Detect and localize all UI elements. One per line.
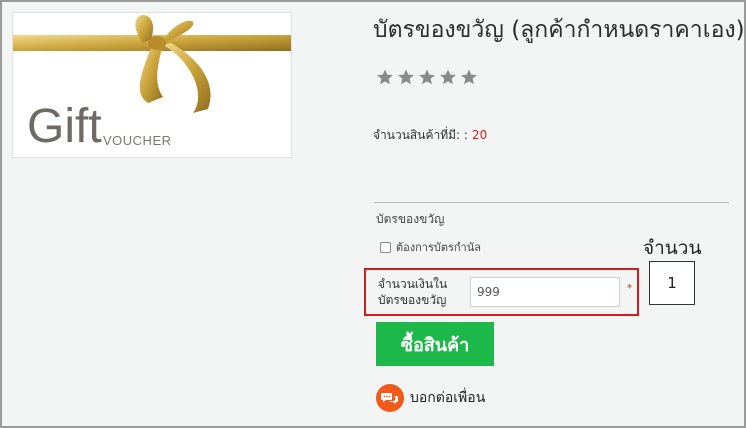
share-with-friend-link[interactable]: บอกต่อเพื่อน — [376, 384, 485, 412]
share-label: บอกต่อเพื่อน — [410, 390, 486, 406]
rating-stars — [376, 68, 478, 86]
amount-label: จำนวนเงินในบัตรของขวัญ — [378, 277, 448, 307]
stock-row: จำนวนสินค้าที่มี: :20 — [373, 126, 487, 145]
star-icon — [419, 69, 435, 85]
voucher-text: VOUCHER — [103, 133, 172, 148]
gift-card-section-label: บัตรของขวัญ — [376, 212, 445, 226]
quantity-input[interactable] — [649, 261, 695, 305]
stock-value: 20 — [471, 128, 488, 142]
required-mark: * — [627, 283, 632, 294]
star-icon — [461, 69, 477, 85]
divider — [374, 202, 729, 203]
chat-bubbles-icon — [376, 384, 404, 412]
page-frame: Gift VOUCHER บัตรของขวัญ (ลูกค้ากำหนดราค… — [0, 0, 746, 428]
quantity-label: จำนวน — [643, 237, 702, 259]
star-icon — [377, 69, 393, 85]
star-icon — [440, 69, 456, 85]
gift-voucher-checkbox-label: ต้องการบัตรกำนัล — [396, 241, 481, 254]
gift-voucher-checkbox-row[interactable]: ต้องการบัตรกำนัล — [380, 238, 481, 256]
star-icon — [398, 69, 414, 85]
gift-voucher-checkbox[interactable] — [380, 241, 391, 253]
buy-button[interactable]: ซื้อสินค้า — [376, 322, 494, 366]
stock-label: จำนวนสินค้าที่มี: : — [373, 128, 468, 142]
product-title: บัตรของขวัญ (ลูกค้ากำหนดราคาเอง) — [373, 17, 745, 43]
gift-text: Gift — [27, 100, 102, 153]
amount-input[interactable] — [470, 277, 620, 307]
product-image: Gift VOUCHER — [12, 12, 292, 158]
